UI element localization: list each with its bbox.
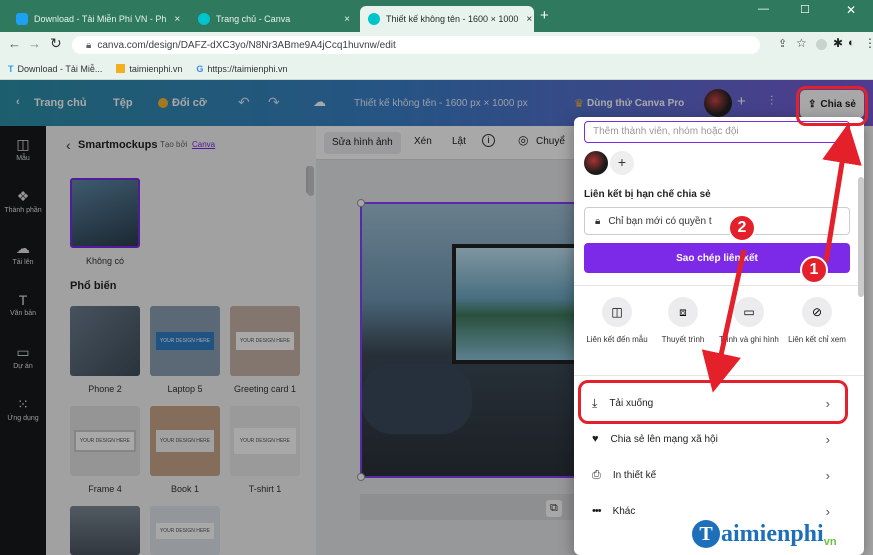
- step-badge-2: 2: [728, 214, 756, 242]
- arrow-to-download: [701, 249, 747, 393]
- annotation-arrows: [701, 123, 862, 393]
- step-badge-1: 1: [800, 256, 828, 284]
- watermark-logo-icon: T: [692, 520, 720, 548]
- arrow-to-share: [822, 123, 862, 263]
- watermark-text: aimienphi: [721, 520, 824, 547]
- watermark-suffix: vn: [823, 536, 837, 548]
- watermark: T aimienphi vn: [692, 516, 837, 552]
